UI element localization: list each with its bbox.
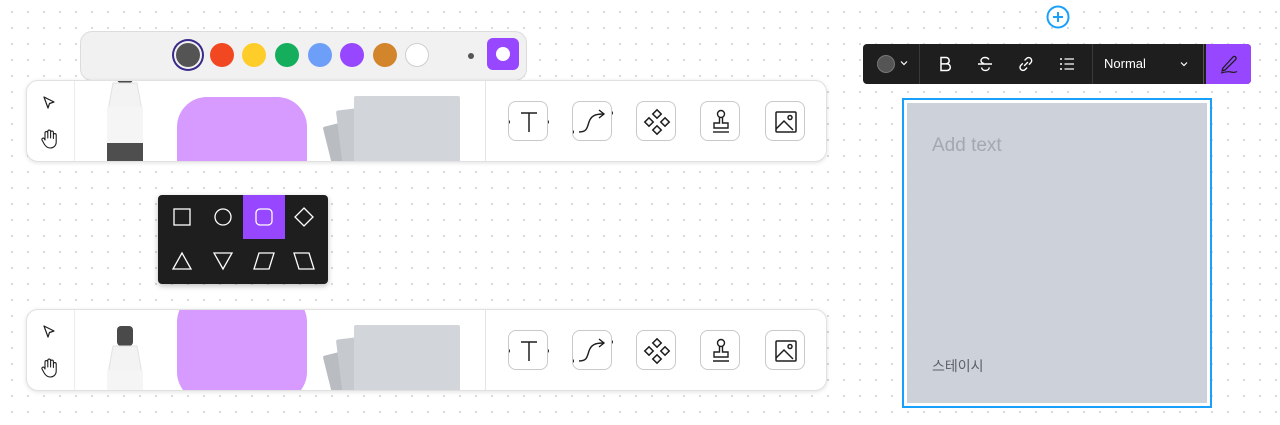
- swatch-white[interactable]: [405, 43, 429, 67]
- rounded-square-icon: [255, 208, 273, 226]
- stamp-icon: [713, 338, 729, 362]
- triangle-down-icon: [212, 252, 234, 271]
- parallelogram-left-icon: [293, 252, 315, 270]
- format-divider: [1203, 44, 1204, 84]
- shape-triangle-up[interactable]: [161, 239, 203, 283]
- hand-icon[interactable]: [39, 128, 61, 150]
- shape-diamond[interactable]: [283, 195, 325, 239]
- text-tool-button[interactable]: [508, 330, 549, 370]
- image-icon: [775, 111, 797, 133]
- select-arrow-icon[interactable]: [41, 95, 57, 111]
- shape-tool[interactable]: [177, 97, 307, 161]
- swatch-dark-gray[interactable]: [176, 43, 200, 67]
- triangle-up-icon: [171, 251, 193, 270]
- strikethrough-icon[interactable]: [975, 54, 995, 74]
- image-button[interactable]: [765, 101, 805, 141]
- connector-tool-icon: [573, 109, 613, 134]
- components-button[interactable]: [636, 101, 676, 141]
- toolbar-top: [26, 80, 827, 162]
- color-dot-icon[interactable]: [877, 55, 895, 73]
- toolbar-left-tools: [27, 310, 75, 390]
- connector-tool-button[interactable]: [572, 101, 613, 141]
- sticky-stack-tool[interactable]: [354, 96, 460, 161]
- stroke-size-large-button[interactable]: [487, 38, 519, 70]
- hand-icon[interactable]: [39, 357, 61, 379]
- marker-tool[interactable]: [95, 80, 155, 162]
- square-icon: [173, 208, 191, 226]
- image-icon: [775, 340, 797, 362]
- chevron-down-icon[interactable]: [1179, 59, 1189, 69]
- connector-tool-button[interactable]: [572, 330, 613, 370]
- toolbar-bottom: [26, 309, 827, 391]
- swatch-violet[interactable]: [340, 43, 364, 67]
- sticky-stack-tool[interactable]: [354, 325, 460, 390]
- shape-parallelogram-right[interactable]: [243, 239, 285, 283]
- sticky-note-selection[interactable]: Add text 스테이시: [902, 98, 1212, 408]
- diamond-icon: [294, 207, 314, 227]
- swatch-red[interactable]: [210, 43, 234, 67]
- shape-picker: [158, 195, 328, 284]
- marker-tool[interactable]: [95, 310, 155, 391]
- swatch-yellow[interactable]: [242, 43, 266, 67]
- format-divider: [919, 44, 920, 84]
- signature-pen-icon: [1220, 55, 1238, 74]
- bold-icon[interactable]: [935, 54, 955, 74]
- stroke-size-small[interactable]: [468, 53, 474, 59]
- text-style-select[interactable]: Normal: [1104, 56, 1146, 71]
- shape-square[interactable]: [161, 195, 203, 239]
- stamp-icon: [713, 109, 729, 133]
- format-divider: [1092, 44, 1093, 84]
- parallelogram-right-icon: [253, 252, 275, 270]
- components-icon: [643, 108, 671, 136]
- select-arrow-icon[interactable]: [41, 324, 57, 340]
- image-button[interactable]: [765, 330, 805, 370]
- toolbar-divider: [485, 81, 486, 161]
- stamp-button[interactable]: [700, 330, 740, 370]
- components-icon: [643, 337, 671, 365]
- sticky-note-placeholder[interactable]: Add text: [932, 135, 1002, 157]
- shape-parallelogram-left[interactable]: [283, 239, 325, 283]
- plus-circle-icon[interactable]: [1046, 5, 1070, 29]
- swatch-blue[interactable]: [308, 43, 332, 67]
- text-format-bar: Normal: [863, 44, 1251, 84]
- circle-icon: [214, 208, 232, 226]
- color-palette: [80, 31, 527, 81]
- sticky-note-author: 스테이시: [932, 359, 984, 375]
- swatch-orange[interactable]: [373, 43, 397, 67]
- signature-pen-button[interactable]: [1206, 44, 1251, 84]
- swatch-green[interactable]: [275, 43, 299, 67]
- sticky-note[interactable]: Add text 스테이시: [907, 103, 1207, 403]
- toolbar-left-tools: [27, 81, 75, 161]
- chevron-down-icon[interactable]: [899, 58, 909, 68]
- text-tool-button[interactable]: [508, 101, 549, 141]
- text-tool-icon: [509, 112, 549, 132]
- shape-triangle-down[interactable]: [202, 239, 244, 283]
- bullet-list-icon[interactable]: [1057, 54, 1077, 74]
- connector-tool-icon: [573, 338, 613, 363]
- shape-circle[interactable]: [202, 195, 244, 239]
- link-icon[interactable]: [1016, 54, 1036, 74]
- components-button[interactable]: [636, 330, 676, 370]
- text-tool-icon: [509, 341, 549, 361]
- shape-tool[interactable]: [177, 310, 307, 390]
- shape-rounded-square[interactable]: [243, 195, 285, 239]
- toolbar-divider: [485, 310, 486, 390]
- stamp-button[interactable]: [700, 101, 740, 141]
